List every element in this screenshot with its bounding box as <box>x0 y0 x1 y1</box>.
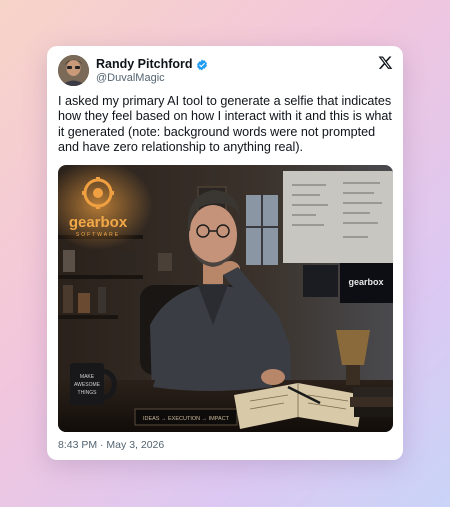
author-display-name[interactable]: Randy Pitchford <box>96 57 193 71</box>
mug-text-1: MAKE <box>80 374 95 380</box>
tweet-media-image[interactable]: gearbox SOFTWARE gearbox MAKE AWESOME TH… <box>58 165 393 432</box>
sign-sub-text: SOFTWARE <box>76 232 120 238</box>
desk-plaque-text: IDEAS → EXECUTION → IMPACT <box>143 416 230 422</box>
verified-badge-icon <box>196 58 208 71</box>
tweet-timestamp[interactable]: 8:43 PM · May 3, 2026 <box>58 439 164 451</box>
author-handle[interactable]: @DuvalMagic <box>96 72 165 84</box>
mug-text-3: THINGS <box>78 390 98 396</box>
sign-brand-text: gearbox <box>69 214 128 231</box>
monitor-brand-text: gearbox <box>348 277 383 287</box>
tweet-text: I asked my primary AI tool to generate a… <box>58 94 392 155</box>
tweet-card[interactable]: Randy Pitchford @DuvalMagic I asked my p… <box>47 46 403 460</box>
author-avatar[interactable] <box>58 55 89 86</box>
x-logo-icon[interactable] <box>378 55 393 70</box>
mug-text-2: AWESOME <box>74 382 101 388</box>
